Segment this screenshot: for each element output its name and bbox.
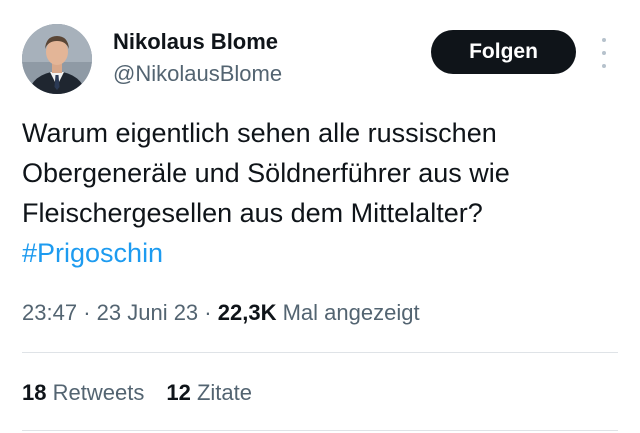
tweet-card: Nikolaus Blome @NikolausBlome Folgen War… [0, 0, 640, 433]
author-handle[interactable]: @NikolausBlome [113, 61, 282, 87]
quotes-label: Zitate [196, 380, 252, 405]
more-dot [602, 51, 606, 55]
quotes-count: 12 [166, 380, 191, 405]
tweet-stats: 18 Retweets 12 Zitate [22, 380, 252, 406]
meta-separator: · [83, 300, 91, 325]
tweet-text-line: Obergeneräle und Söldnerführer aus wie [22, 158, 510, 188]
tweet-text-line: Warum eigentlich sehen alle russischen [22, 118, 497, 148]
quotes-stat[interactable]: 12 Zitate [166, 380, 252, 405]
more-dot [602, 64, 606, 68]
tweet-text: Warum eigentlich sehen alle russischen O… [22, 113, 627, 273]
views-count: 22,3K [217, 300, 277, 325]
follow-button[interactable]: Folgen [431, 30, 576, 74]
meta-separator: · [204, 300, 212, 325]
avatar[interactable] [22, 24, 92, 94]
author-name[interactable]: Nikolaus Blome [113, 29, 278, 55]
more-vertical-icon[interactable] [596, 38, 612, 68]
divider [22, 352, 618, 353]
retweets-stat[interactable]: 18 Retweets [22, 380, 144, 405]
profile-photo [22, 24, 92, 94]
divider [22, 430, 618, 431]
tweet-date[interactable]: 23 Juni 23 [97, 300, 199, 325]
views-label: Mal angezeigt [282, 300, 420, 325]
retweets-count: 18 [22, 380, 47, 405]
hashtag-link[interactable]: #Prigoschin [22, 238, 163, 268]
more-dot [602, 38, 606, 42]
retweets-label: Retweets [52, 380, 145, 405]
tweet-time[interactable]: 23:47 [22, 300, 77, 325]
tweet-text-line: Fleischergesellen aus dem Mittelalter? [22, 198, 483, 228]
tweet-meta: 23:47 · 23 Juni 23 · 22,3K Mal angezeigt [22, 300, 420, 326]
